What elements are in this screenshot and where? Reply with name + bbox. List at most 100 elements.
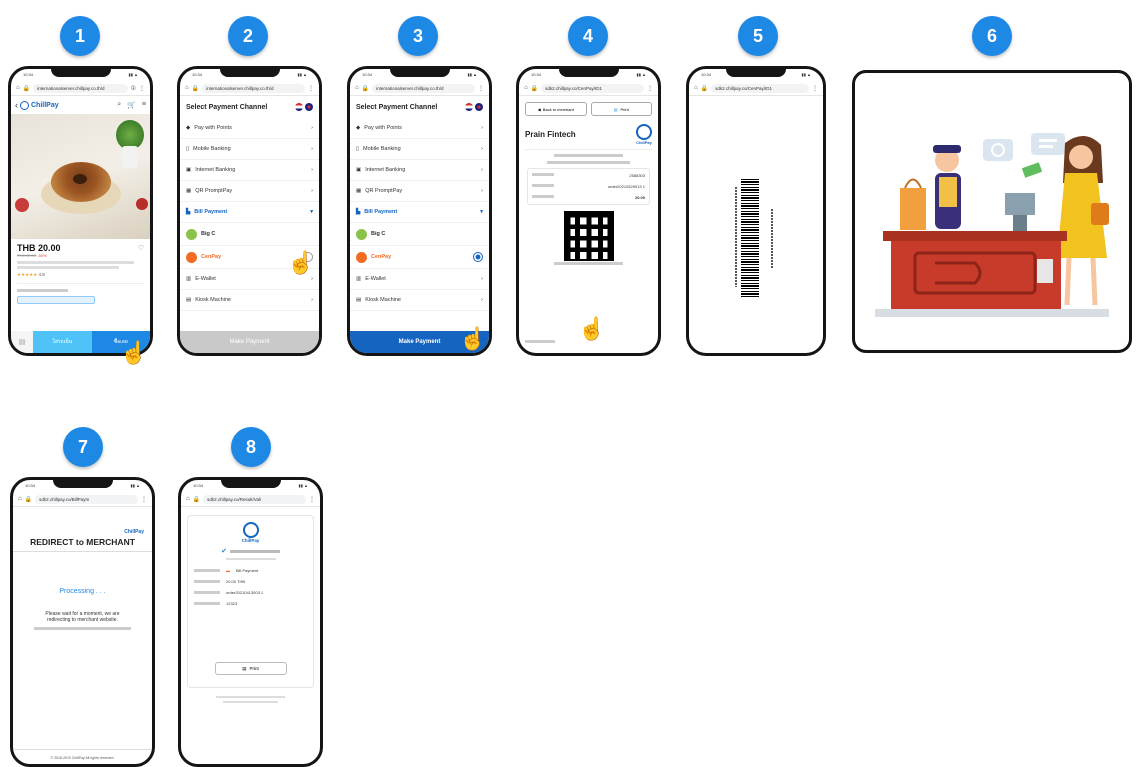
discount-badge: -50%: [37, 253, 47, 258]
lock-icon: 🔒: [22, 85, 31, 92]
qr-code-image: [563, 211, 614, 261]
page-title: Select Payment Channel: [186, 103, 268, 111]
browser-address-bar[interactable]: ⌂ 🔒 sdk2.chillpay.co/CenPay/ID1 ⋮: [519, 81, 658, 96]
channel-qr-promptpay[interactable]: ▦ QR PromptPay ›: [180, 181, 319, 202]
more-icon[interactable]: ⋮: [141, 496, 147, 503]
cash-register-icon: [1005, 193, 1035, 215]
option-big-c[interactable]: Big C: [350, 223, 489, 246]
footer-copyright: © 2018-2019 ChillPay All rights reserved…: [50, 756, 115, 760]
browser-address-bar[interactable]: ⌂ 🔒 internationalserver.chillpay.co.th/d…: [350, 81, 489, 96]
channel-bill-payment[interactable]: ▙ Bill Payment ▾: [350, 202, 489, 223]
back-to-merchant-button[interactable]: ◀ Back to merchant: [525, 102, 587, 116]
old-price: THB 40.00: [17, 253, 37, 258]
channel-mobile-banking[interactable]: ▯ Mobile Banking ›: [180, 139, 319, 160]
url-text[interactable]: sdk2.chillpay.co/Result/Vali: [203, 494, 306, 504]
thai-flag-icon[interactable]: [465, 103, 473, 111]
option-big-c[interactable]: Big C: [180, 223, 319, 246]
print-button[interactable]: ▤ Print: [590, 102, 652, 116]
chillpay-logo-icon: [636, 124, 652, 140]
url-text[interactable]: internationalserver.chillpay.co.th/d: [202, 83, 305, 93]
lock-icon: 🔒: [361, 85, 370, 92]
chillpay-logo-icon: [20, 100, 29, 110]
print-icon: ▤: [613, 106, 618, 112]
hand-cursor-icon: ☝: [578, 316, 606, 341]
channel-qr-promptpay[interactable]: ▦ QR PromptPay ›: [350, 181, 489, 202]
url-text[interactable]: internationalserver.chillpay.co.th/d: [33, 83, 128, 93]
channel-mobile-banking[interactable]: ▯ Mobile Banking ›: [350, 139, 489, 160]
search-icon[interactable]: ⌕: [117, 101, 121, 109]
step-badge-7: 7: [63, 427, 103, 467]
url-text[interactable]: sdk2.chillpay.co/BillPaym: [35, 494, 138, 504]
qr-icon: ▦: [186, 188, 192, 194]
home-icon[interactable]: ⌂: [16, 85, 20, 91]
channel-kiosk-machine[interactable]: ▤ Kiosk Machine ›: [350, 290, 489, 311]
arrow-left-icon: ◀: [537, 106, 541, 112]
home-icon[interactable]: ⌂: [694, 85, 698, 91]
browser-address-bar[interactable]: ⌂ 🔒 internationalserver.chillpay.co.th/d…: [180, 81, 319, 96]
product-image: [11, 114, 150, 239]
bill-icon: ▙: [186, 209, 191, 215]
make-payment-button[interactable]: Make Payment: [180, 331, 319, 353]
barcode-image: [741, 179, 759, 297]
heart-icon[interactable]: ♡: [138, 244, 144, 252]
browser-address-bar[interactable]: ⌂ 🔒 sdk2.chillpay.co/BillPaym ⋮: [13, 492, 152, 507]
channel-bill-payment[interactable]: ▙ Bill Payment ▾: [180, 202, 319, 223]
kiosk-icon: ▤: [186, 297, 192, 303]
more-icon[interactable]: ⋮: [309, 496, 315, 503]
channel-kiosk-machine[interactable]: ▤ Kiosk Machine ›: [180, 290, 319, 311]
money-bill-icon: [1021, 162, 1043, 178]
phone-step-3: 10:34 ▮▮ ▲ ⌂ 🔒 internationalserver.chillp…: [347, 66, 492, 356]
home-icon[interactable]: ⌂: [18, 496, 22, 502]
back-icon[interactable]: ‹: [15, 100, 18, 110]
counter-top: [883, 231, 1067, 241]
url-text[interactable]: sdk2.chillpay.co/CenPay/ID1: [541, 83, 644, 93]
step-badge-3: 3: [398, 16, 438, 56]
home-icon[interactable]: ⌂: [524, 85, 528, 91]
lock-icon: 🔒: [24, 496, 33, 503]
points-icon: ◆: [356, 125, 361, 131]
bill-icon: ▙: [356, 209, 361, 215]
floor: [875, 309, 1109, 317]
product-price: THB 20.00: [17, 243, 61, 253]
hand-cursor-icon: ☝: [459, 326, 487, 351]
radio-selected-icon[interactable]: [473, 252, 483, 262]
channel-pay-with-points[interactable]: ◆ Pay with Points ›: [180, 118, 319, 139]
channel-icon: ▬: [226, 568, 230, 573]
home-icon[interactable]: ⌂: [186, 496, 190, 502]
more-icon[interactable]: ⋮: [139, 85, 145, 92]
home-icon[interactable]: ⌂: [355, 85, 359, 91]
channel-e-wallet[interactable]: ▥ E-Wallet ›: [350, 269, 489, 290]
more-icon[interactable]: ⋮: [478, 85, 484, 92]
url-text[interactable]: sdk2.chillpay.co/CenPay/ID1: [711, 83, 809, 93]
more-icon[interactable]: ⋮: [812, 85, 818, 92]
browser-address-bar[interactable]: ⌂ 🔒 internationalserver.chillpay.co.th/d…: [11, 81, 150, 96]
tab-icon[interactable]: ①: [131, 85, 136, 92]
browser-address-bar[interactable]: ⌂ 🔒 sdk2.chillpay.co/Result/Vali ⋮: [181, 492, 320, 507]
channel-internet-banking[interactable]: ▣ Internet Banking ›: [350, 160, 489, 181]
uk-flag-icon[interactable]: [475, 103, 483, 111]
add-to-cart-button[interactable]: ใส่รถเข็น: [33, 331, 92, 353]
page-title: Select Payment Channel: [356, 103, 438, 111]
phone-step-2: 10:34 ▮▮ ▲ ⌂ 🔒 internationalserver.chillp…: [177, 66, 322, 356]
more-icon[interactable]: ⋮: [647, 85, 653, 92]
channel-internet-banking[interactable]: ▣ Internet Banking ›: [180, 160, 319, 181]
phone-step-5: 10:34 ▮▮ ▲ ⌂ 🔒 sdk2.chillpay.co/CenPay/ID…: [686, 66, 826, 356]
channel-pay-with-points[interactable]: ◆ Pay with Points ›: [350, 118, 489, 139]
chat-icon[interactable]: ▤: [11, 331, 33, 353]
phone-step-4: 10:34 ▮▮ ▲ ⌂ 🔒 sdk2.chillpay.co/CenPay/ID…: [516, 66, 661, 356]
uk-flag-icon[interactable]: [305, 103, 313, 111]
wait-message-line2: redirecting to merchant website.: [47, 617, 118, 623]
url-text[interactable]: internationalserver.chillpay.co.th/d: [372, 83, 475, 93]
cart-icon[interactable]: 🛒: [127, 101, 136, 109]
menu-icon[interactable]: ≡: [142, 101, 146, 109]
print-result-button[interactable]: ▤ Print: [214, 662, 287, 675]
more-icon[interactable]: ⋮: [308, 85, 314, 92]
home-icon[interactable]: ⌂: [185, 85, 189, 91]
option-cenpay[interactable]: CenPay: [350, 246, 489, 269]
thai-flag-icon[interactable]: [295, 103, 303, 111]
mobile-icon: ▯: [186, 146, 190, 152]
browser-address-bar[interactable]: ⌂ 🔒 sdk2.chillpay.co/CenPay/ID1 ⋮: [689, 81, 823, 96]
merchant-name: Prain Fintech: [525, 130, 576, 139]
lock-icon: 🔒: [530, 85, 539, 92]
rating-stars: ★★★★★: [17, 272, 38, 277]
